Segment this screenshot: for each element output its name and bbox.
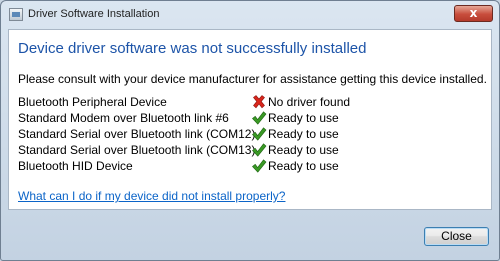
device-name: Standard Serial over Bluetooth link (COM…: [18, 127, 256, 141]
device-name: Standard Modem over Bluetooth link #6: [18, 111, 229, 125]
device-row: Standard Serial over Bluetooth link (COM…: [18, 143, 488, 159]
main-heading: Device driver software was not successfu…: [18, 40, 367, 57]
device-row: Bluetooth HID Device Ready to use: [18, 159, 488, 175]
checkmark-icon: [252, 159, 267, 173]
device-status: Ready to use: [268, 127, 339, 141]
installer-app-icon: [9, 8, 23, 21]
device-name: Bluetooth HID Device: [18, 159, 133, 173]
device-row: Standard Modem over Bluetooth link #6 Re…: [18, 111, 488, 127]
device-name: Standard Serial over Bluetooth link (COM…: [18, 143, 256, 157]
close-button[interactable]: Close: [424, 227, 489, 246]
device-status: Ready to use: [268, 143, 339, 157]
error-x-icon: [253, 95, 265, 109]
checkmark-icon: [252, 111, 267, 125]
instruction-message: Please consult with your device manufact…: [18, 72, 487, 86]
content-panel: Device driver software was not successfu…: [8, 29, 492, 210]
device-status: Ready to use: [268, 111, 339, 125]
checkmark-icon: [252, 127, 267, 141]
device-status: No driver found: [268, 95, 351, 109]
help-link[interactable]: What can I do if my device did not insta…: [18, 189, 285, 203]
window-title: Driver Software Installation: [28, 8, 160, 20]
device-name: Bluetooth Peripheral Device: [18, 95, 167, 109]
device-row: Bluetooth Peripheral Device No driver fo…: [18, 95, 488, 111]
title-close-button[interactable]: x: [454, 5, 493, 22]
device-row: Standard Serial over Bluetooth link (COM…: [18, 127, 488, 143]
device-status: Ready to use: [268, 159, 339, 173]
title-bar[interactable]: Driver Software Installation x: [1, 1, 499, 29]
checkmark-icon: [252, 143, 267, 157]
dialog-window: Driver Software Installation x Device dr…: [0, 0, 500, 261]
